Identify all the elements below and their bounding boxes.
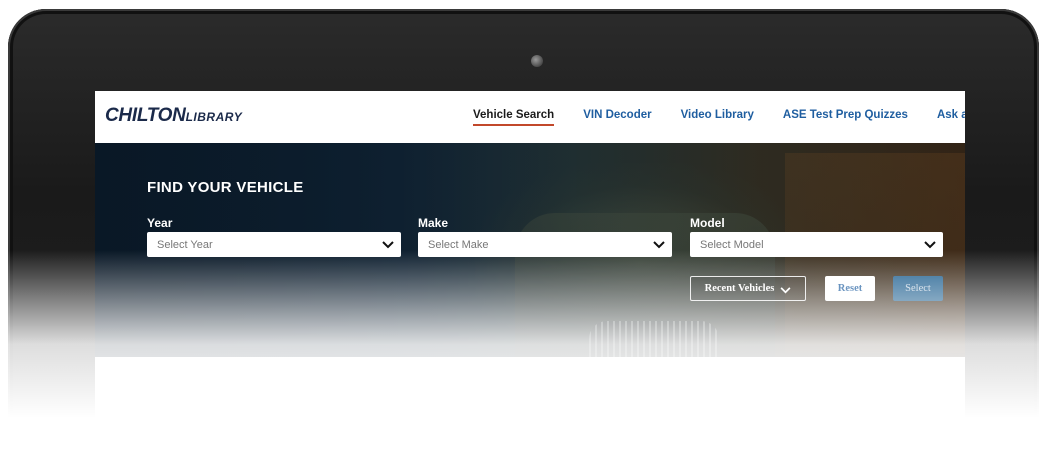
- chevron-down-icon: [780, 279, 791, 298]
- nav-video-library[interactable]: Video Library: [681, 109, 754, 126]
- camera-icon: [531, 55, 543, 67]
- reset-button[interactable]: Reset: [825, 276, 875, 301]
- site-header: CHILTON LIBRARY Vehicle Search VIN Decod…: [95, 91, 965, 143]
- logo-sub-text: LIBRARY: [185, 110, 243, 124]
- year-placeholder: Select Year: [157, 238, 213, 251]
- main-nav: Vehicle Search VIN Decoder Video Library…: [473, 109, 965, 126]
- chevron-down-icon: [917, 232, 943, 257]
- logo-main-text: CHILTON: [105, 105, 186, 126]
- make-label: Make: [418, 216, 449, 230]
- year-label: Year: [147, 216, 173, 230]
- find-vehicle-title: FIND YOUR VEHICLE: [147, 179, 304, 196]
- vehicle-search-hero: FIND YOUR VEHICLE Year Select Year Make …: [95, 143, 965, 357]
- select-label: Select: [905, 283, 931, 294]
- browser-screen: CHILTON LIBRARY Vehicle Search VIN Decod…: [95, 91, 965, 453]
- year-select[interactable]: Select Year: [147, 232, 401, 257]
- make-select[interactable]: Select Make: [418, 232, 672, 257]
- nav-ask-an-expert[interactable]: Ask an Exper: [937, 109, 965, 126]
- chilton-library-logo[interactable]: CHILTON LIBRARY: [105, 105, 242, 129]
- nav-ase-test-prep[interactable]: ASE Test Prep Quizzes: [783, 109, 908, 126]
- recent-vehicles-button[interactable]: Recent Vehicles: [690, 276, 806, 301]
- model-select[interactable]: Select Model: [690, 232, 943, 257]
- nav-vehicle-search[interactable]: Vehicle Search: [473, 109, 555, 126]
- reset-label: Reset: [837, 283, 863, 294]
- nav-vin-decoder[interactable]: VIN Decoder: [583, 109, 651, 126]
- chevron-down-icon: [375, 232, 401, 257]
- model-label: Model: [690, 216, 725, 230]
- recent-vehicles-label: Recent Vehicles: [704, 283, 775, 294]
- model-placeholder: Select Model: [700, 238, 764, 251]
- make-placeholder: Select Make: [428, 238, 489, 251]
- chevron-down-icon: [646, 232, 672, 257]
- select-button[interactable]: Select: [893, 276, 943, 301]
